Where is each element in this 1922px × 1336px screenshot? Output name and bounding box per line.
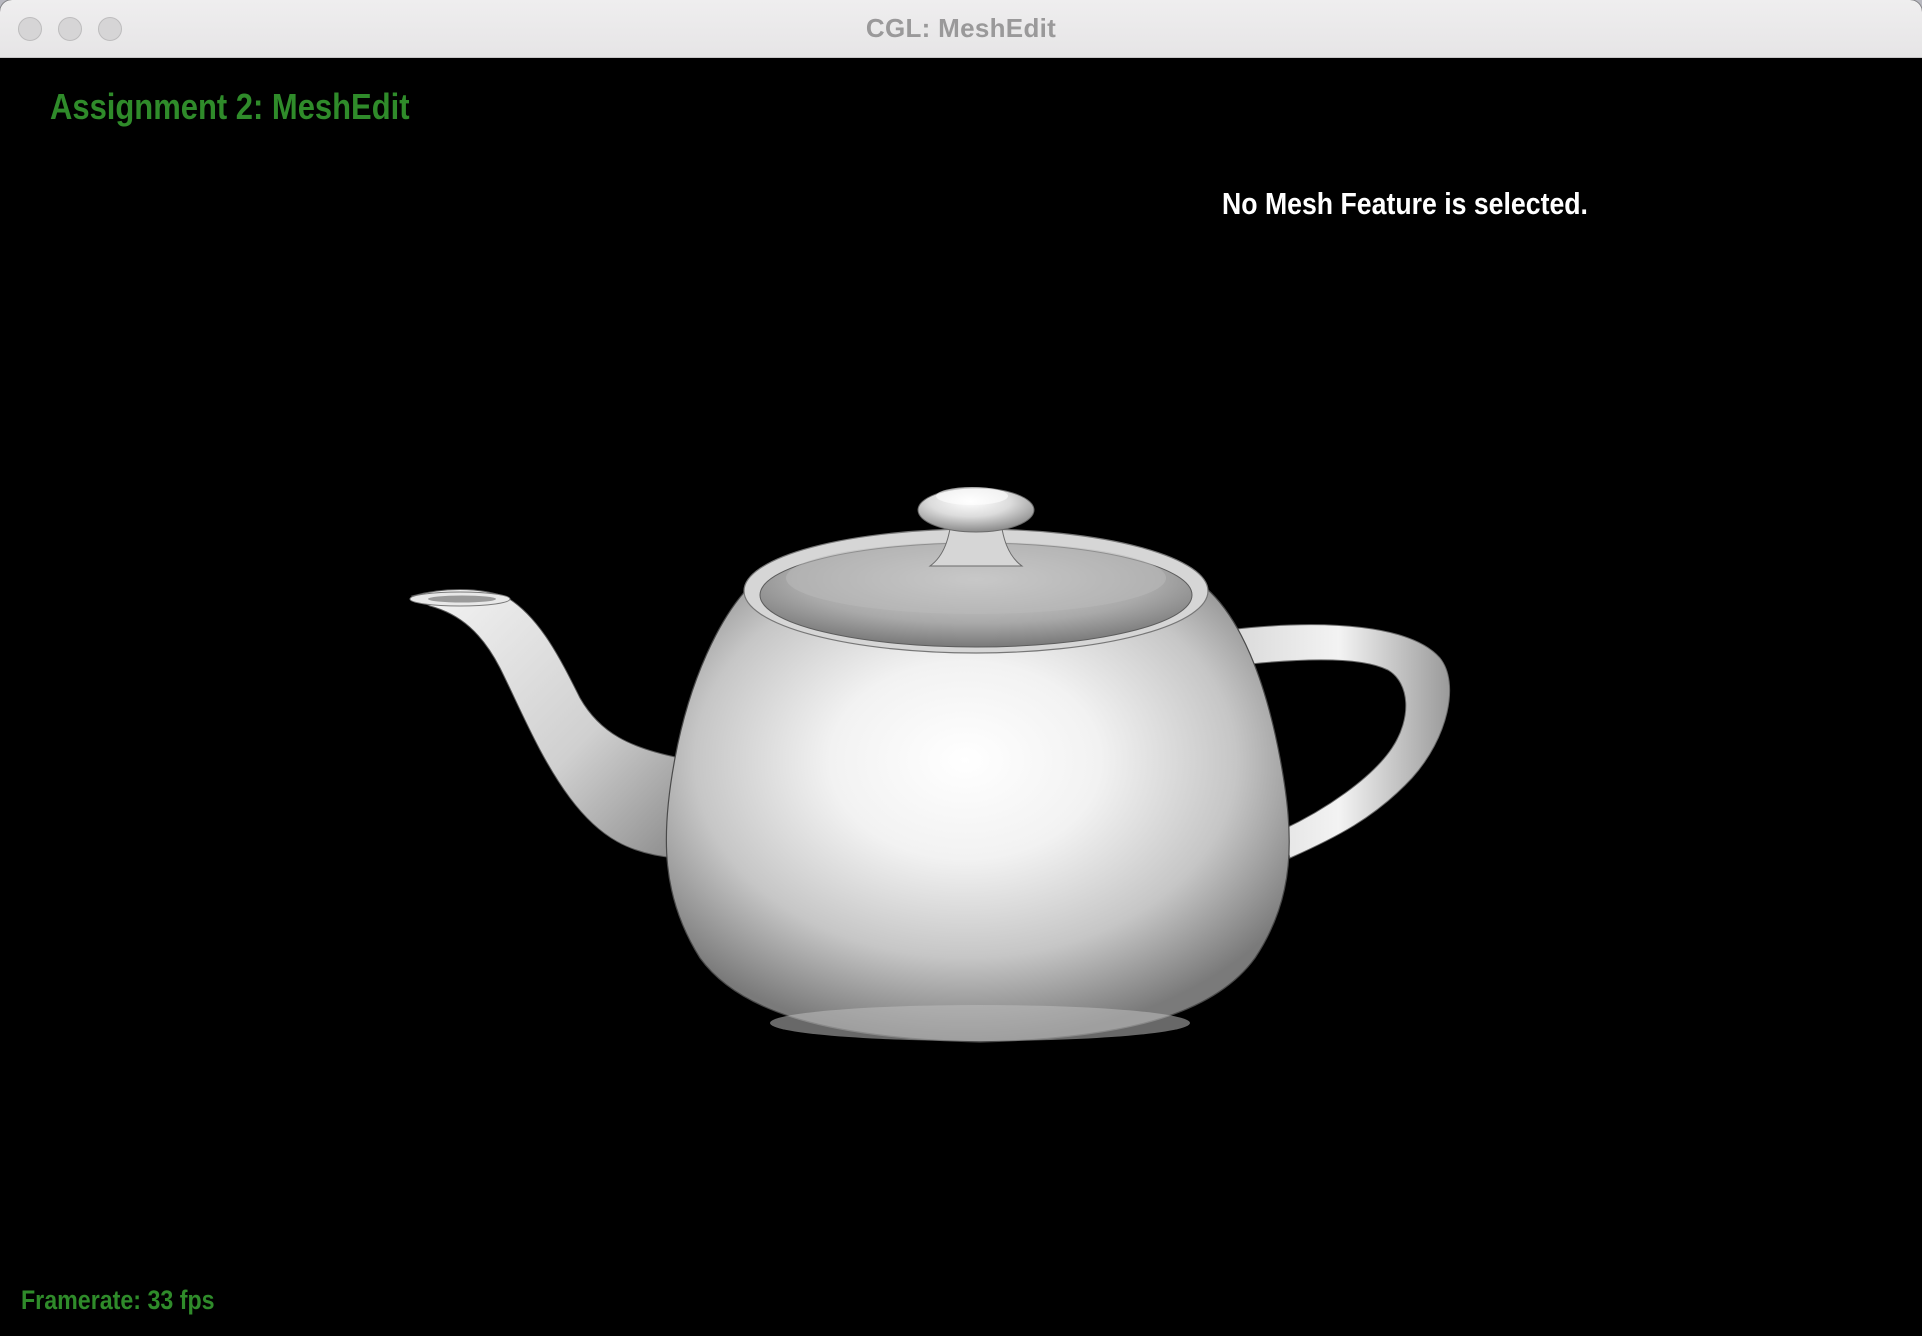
app-title: Assignment 2: MeshEdit	[50, 86, 410, 127]
window-titlebar[interactable]: CGL: MeshEdit	[0, 0, 1922, 58]
selection-status-message: No Mesh Feature is selected.	[1222, 186, 1588, 221]
framerate-readout: Framerate: 33 fps	[21, 1285, 215, 1315]
render-viewport[interactable]: Assignment 2: MeshEdit No Mesh Feature i…	[0, 58, 1922, 1336]
teapot-mesh[interactable]	[0, 58, 1922, 1336]
app-window: CGL: MeshEdit Assignment 2: MeshEdit No …	[0, 0, 1922, 1336]
window-title: CGL: MeshEdit	[865, 13, 1057, 43]
